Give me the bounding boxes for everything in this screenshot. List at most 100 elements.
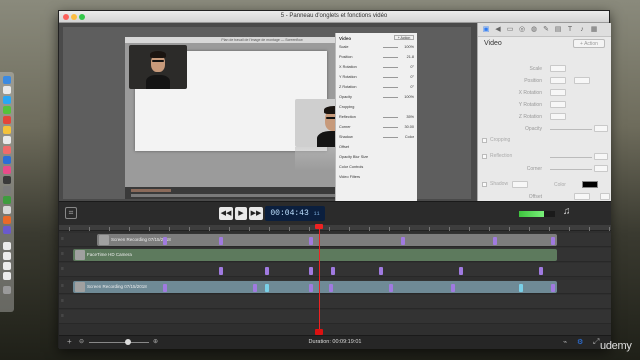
app-icon[interactable] [3, 196, 11, 204]
action-marker[interactable] [253, 284, 257, 292]
action-marker[interactable] [219, 237, 223, 245]
property-field[interactable] [550, 65, 566, 72]
chapters-icon[interactable]: ▦ [590, 26, 598, 34]
recorded-row-label: X Rotation [339, 65, 357, 69]
action-marker[interactable] [265, 284, 269, 292]
recorded-inspector-row: Cropping [339, 105, 414, 110]
offset-x-field[interactable] [574, 193, 590, 200]
annotation-icon[interactable]: ✎ [542, 26, 550, 34]
action-marker[interactable] [265, 267, 269, 275]
track-lock-icon[interactable]: ≡ [61, 298, 69, 306]
property-field-2[interactable] [574, 77, 590, 84]
track-lock-icon[interactable]: ≡ [61, 266, 69, 274]
timeline-track[interactable]: ≡ [59, 295, 611, 309]
playhead-line[interactable] [319, 225, 320, 333]
reflection-field[interactable] [594, 153, 608, 160]
action-marker[interactable] [451, 284, 455, 292]
settings-icon[interactable] [3, 186, 11, 194]
action-marker[interactable] [379, 267, 383, 275]
track-lock-icon[interactable]: ≡ [61, 236, 69, 244]
text-icon[interactable]: T [566, 26, 574, 34]
action-marker[interactable] [309, 284, 313, 292]
property-field[interactable] [550, 89, 566, 96]
audio-properties-icon[interactable]: ◀ [494, 26, 502, 34]
timeline-track[interactable]: ≡ [59, 310, 611, 324]
section-checkbox[interactable] [482, 138, 487, 143]
fast-forward-button[interactable]: ▶▶ [249, 207, 263, 220]
property-slider[interactable] [550, 169, 592, 170]
video-properties-icon[interactable]: ▣ [482, 26, 490, 34]
action-marker[interactable] [459, 267, 463, 275]
action-marker[interactable] [331, 267, 335, 275]
timeline-clip[interactable]: FaceTime HD Camera [73, 249, 557, 261]
snap-icon[interactable]: ⌁ [563, 338, 567, 346]
timeline-ruler[interactable] [59, 225, 611, 231]
playhead-handle[interactable] [315, 224, 323, 229]
touch-callout-icon[interactable]: ◍ [530, 26, 538, 34]
action-marker[interactable] [329, 284, 333, 292]
screen-recording-icon[interactable]: ▭ [506, 26, 514, 34]
notes-icon[interactable] [3, 126, 11, 134]
timeline-track[interactable]: ≡ [59, 263, 611, 277]
shadow-color-swatch[interactable] [582, 181, 598, 188]
app-icon-3[interactable] [3, 226, 11, 234]
action-marker[interactable] [163, 237, 167, 245]
rewind-button[interactable]: ◀◀ [219, 207, 233, 220]
caption-icon[interactable]: ▤ [554, 26, 562, 34]
property-field[interactable] [594, 125, 608, 132]
action-marker[interactable] [539, 267, 543, 275]
headphones-icon[interactable]: ♫ [563, 206, 571, 217]
calendar-icon[interactable] [3, 116, 11, 124]
screenflow-icon[interactable] [3, 176, 11, 184]
action-marker[interactable] [551, 237, 555, 245]
action-marker[interactable] [219, 267, 223, 275]
trash-icon[interactable] [3, 286, 11, 294]
action-marker[interactable] [309, 267, 313, 275]
document-icon-3[interactable] [3, 262, 11, 270]
safari-icon[interactable] [3, 96, 11, 104]
document-icon[interactable] [3, 206, 11, 214]
property-field[interactable] [550, 101, 566, 108]
fullscreen-icon[interactable]: ⤢ [593, 337, 599, 347]
music-icon[interactable] [3, 166, 11, 174]
action-marker[interactable] [519, 284, 523, 292]
property-slider[interactable] [550, 129, 592, 130]
add-action-button[interactable]: + Action [573, 39, 605, 48]
reminders-icon[interactable] [3, 136, 11, 144]
photos-icon[interactable] [3, 146, 11, 154]
action-marker[interactable] [493, 237, 497, 245]
action-marker[interactable] [163, 284, 167, 292]
document-icon-2[interactable] [3, 252, 11, 260]
play-button[interactable]: ▶ [235, 207, 247, 220]
track-lock-icon[interactable]: ≡ [61, 283, 69, 291]
app-store-icon[interactable] [3, 156, 11, 164]
downloads-icon[interactable] [3, 242, 11, 250]
action-marker[interactable] [401, 237, 405, 245]
media-library-icon[interactable]: ♪ [578, 26, 586, 34]
app-icon-2[interactable] [3, 216, 11, 224]
crop-icon[interactable]: ⌗ [65, 207, 77, 219]
action-marker[interactable] [389, 284, 393, 292]
section-checkbox[interactable] [482, 154, 487, 159]
shadow-field[interactable] [512, 181, 528, 188]
section-checkbox[interactable] [482, 182, 487, 187]
document-icon-4[interactable] [3, 272, 11, 280]
messages-icon[interactable] [3, 106, 11, 114]
track-lock-icon[interactable]: ≡ [61, 251, 69, 259]
finder-icon[interactable] [3, 76, 11, 84]
settings-icon[interactable]: ⚙ [577, 338, 583, 346]
timeline[interactable]: ≡ ≡ ≡ ≡ ≡ ≡ Screen Recording 07/15/2018 FaceTim… [59, 224, 611, 335]
reflection-slider[interactable] [550, 157, 592, 158]
timeline-clip[interactable]: Screen Recording 07/15/2018 [73, 281, 557, 293]
launchpad-icon[interactable] [3, 86, 11, 94]
property-field[interactable] [550, 113, 566, 120]
action-marker[interactable] [551, 284, 555, 292]
callout-icon[interactable]: ◎ [518, 26, 526, 34]
track-lock-icon[interactable]: ≡ [61, 313, 69, 321]
property-field[interactable] [550, 77, 566, 84]
action-marker[interactable] [309, 237, 313, 245]
inspector-tabs: ▣ ◀ ▭ ◎ ◍ ✎ ▤ T ♪ ▦ [478, 23, 611, 37]
canvas-area[interactable]: Plan de travail de l'image de montage — … [59, 23, 477, 209]
offset-y-field[interactable] [600, 193, 610, 200]
property-field[interactable] [594, 165, 608, 172]
